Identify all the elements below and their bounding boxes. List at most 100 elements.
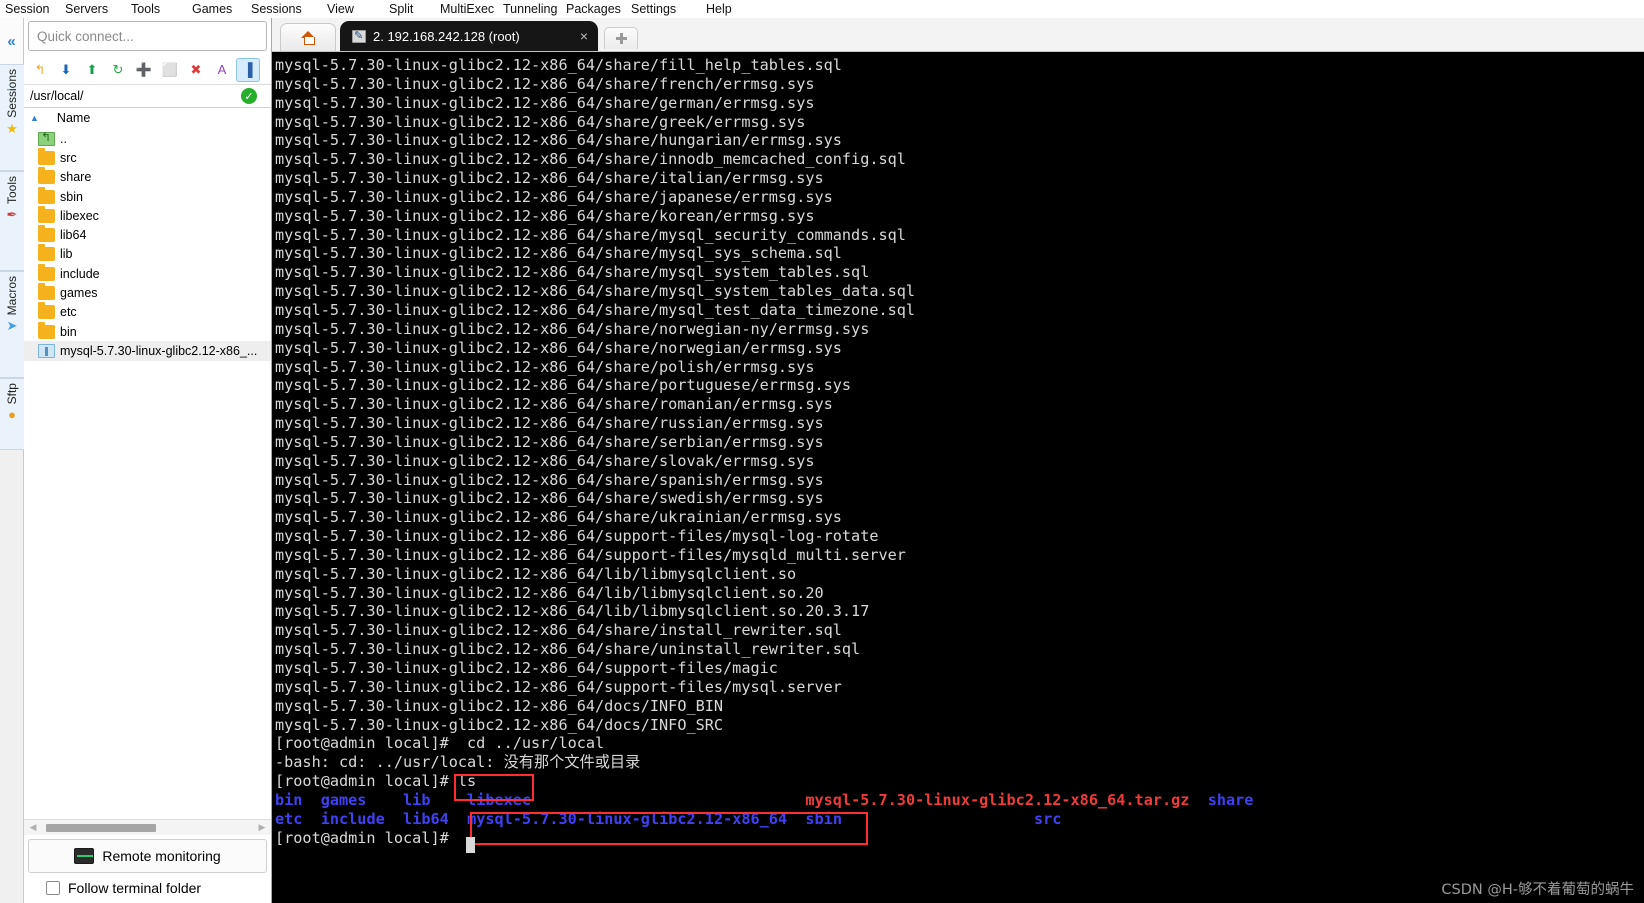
view-mode-icon[interactable]: ▐ <box>236 57 260 82</box>
rail-tab-label: Sessions <box>5 69 19 118</box>
terminal-text: [root@admin local]# ls <box>275 772 477 791</box>
terminal-line: mysql-5.7.30-linux-glibc2.12-x86_64/shar… <box>275 433 1644 452</box>
terminal-line: mysql-5.7.30-linux-glibc2.12-x86_64/shar… <box>275 169 1644 188</box>
file-list[interactable]: .. src share sbin libexec lib64 lib include game… <box>24 128 271 819</box>
file-row[interactable]: include <box>24 263 271 283</box>
chevron-double-left-icon[interactable]: « <box>0 18 23 64</box>
file-icon <box>38 343 55 358</box>
terminal-output[interactable]: mysql-5.7.30-linux-glibc2.12-x86_64/shar… <box>272 52 1644 903</box>
terminal-text: mysql-5.7.30-linux-glibc2.12-x86_64/lib/… <box>275 583 824 602</box>
new-file-icon[interactable]: ⬜ <box>158 58 182 82</box>
terminal-text: -bash: cd: ../usr/local: 没有那个文件或目录 <box>275 753 641 772</box>
file-list-column-header[interactable]: ▲ Name <box>24 108 271 128</box>
follow-terminal-folder-row[interactable]: Follow terminal folder <box>24 873 271 903</box>
new-folder-icon[interactable]: ➕ <box>132 58 156 82</box>
folder-icon <box>38 147 55 165</box>
menu-item-help[interactable]: Help <box>706 0 732 18</box>
file-name: etc <box>60 305 77 320</box>
file-row[interactable]: sbin <box>24 186 271 206</box>
terminal-line: mysql-5.7.30-linux-glibc2.12-x86_64/shar… <box>275 263 1644 282</box>
terminal-text: mysql-5.7.30-linux-glibc2.12-x86_64/docs… <box>275 715 724 734</box>
terminal-text: mysql-5.7.30-linux-glibc2.12-x86_64.tar.… <box>805 790 1190 809</box>
menu-item-packages[interactable]: Packages <box>566 0 621 18</box>
file-row[interactable]: share <box>24 167 271 187</box>
menu-item-settings[interactable]: Settings <box>631 0 676 18</box>
column-header-name: Name <box>56 111 91 125</box>
file-row[interactable]: games <box>24 283 271 302</box>
menu-item-view[interactable]: View <box>327 0 354 18</box>
terminal-line: mysql-5.7.30-linux-glibc2.12-x86_64/shar… <box>275 376 1644 395</box>
terminal-icon <box>352 29 366 43</box>
terminal-text: mysql-5.7.30-linux-glibc2.12-x86_64/shar… <box>275 282 916 301</box>
terminal-text: mysql-5.7.30-linux-glibc2.12-x86_64/shar… <box>275 56 842 74</box>
file-row[interactable]: mysql-5.7.30-linux-glibc2.12-x86_... <box>24 341 271 361</box>
menu-item-games[interactable]: Games <box>192 0 232 18</box>
home-tab[interactable] <box>280 23 336 51</box>
rail-tab-sftp[interactable]: Sftp ● <box>0 378 24 450</box>
terminal-text: src <box>1034 809 1062 828</box>
new-tab-button[interactable] <box>604 27 638 49</box>
terminal-line: mysql-5.7.30-linux-glibc2.12-x86_64/shar… <box>275 414 1644 433</box>
quick-connect-placeholder: Quick connect... <box>37 28 134 44</box>
menu-item-split[interactable]: Split <box>389 0 413 18</box>
rail-tab-sessions[interactable]: Sessions ★ <box>0 64 24 171</box>
upload-icon[interactable]: ⬆ <box>80 58 104 82</box>
folder-icon <box>38 302 55 320</box>
close-icon[interactable]: × <box>566 28 588 44</box>
file-row[interactable]: lib64 <box>24 225 271 244</box>
menu-item-session[interactable]: Session <box>5 0 49 18</box>
download-icon[interactable]: ⬇ <box>54 58 78 82</box>
rail-tab-tools[interactable]: Tools ✒ <box>0 171 24 271</box>
terminal-line: bin games lib libexec mysql-5.7.30-linux… <box>275 791 1644 810</box>
session-tab-bar: 2. 192.168.242.128 (root) × <box>272 18 1644 52</box>
terminal-text: mysql-5.7.30-linux-glibc2.12-x86_64/docs… <box>275 696 724 715</box>
refresh-icon[interactable]: ↻ <box>106 58 130 82</box>
rail-tab-macros[interactable]: Macros ➤ <box>0 271 24 378</box>
file-row[interactable]: libexec <box>24 205 271 225</box>
menu-item-tunneling[interactable]: Tunneling <box>503 0 557 18</box>
file-row[interactable]: src <box>24 147 271 167</box>
menu-item-servers[interactable]: Servers <box>65 0 108 18</box>
menu-item-tools[interactable]: Tools <box>131 0 160 18</box>
folder-icon <box>38 244 55 262</box>
terminal-line: mysql-5.7.30-linux-glibc2.12-x86_64/shar… <box>275 75 1644 94</box>
file-list-horizontal-scrollbar[interactable]: ◀ ▶ <box>24 819 271 835</box>
scroll-right-arrow-icon[interactable]: ▶ <box>255 822 269 833</box>
go-up-folder-icon[interactable]: ↰ <box>28 58 52 82</box>
scroll-left-arrow-icon[interactable]: ◀ <box>26 822 40 833</box>
file-row[interactable]: lib <box>24 244 271 264</box>
current-path: /usr/local/ <box>30 89 84 103</box>
terminal-cursor <box>466 837 475 853</box>
remote-monitoring-label: Remote monitoring <box>102 848 221 864</box>
file-name: src <box>60 150 77 165</box>
terminal-line: mysql-5.7.30-linux-glibc2.12-x86_64/shar… <box>275 489 1644 508</box>
file-row[interactable]: etc <box>24 302 271 322</box>
delete-icon[interactable]: ✖ <box>184 58 208 82</box>
terminal-line: mysql-5.7.30-linux-glibc2.12-x86_64/shar… <box>275 131 1644 150</box>
terminal-text: mysql-5.7.30-linux-glibc2.12-x86_64/shar… <box>275 150 906 169</box>
text-edit-icon[interactable]: A <box>210 58 234 82</box>
terminal-text: mysql-5.7.30-linux-glibc2.12-x86_64/shar… <box>275 376 852 395</box>
follow-terminal-folder-checkbox[interactable] <box>46 881 60 895</box>
terminal-line: mysql-5.7.30-linux-glibc2.12-x86_64/shar… <box>275 395 1644 414</box>
file-row[interactable]: .. <box>24 129 271 148</box>
sftp-toolbar: ↰ ⬇ ⬆ ↻ ➕ ⬜ ✖ A ▐ <box>24 55 271 85</box>
terminal-text: mysql-5.7.30-linux-glibc2.12-x86_64/shar… <box>275 640 861 659</box>
path-bar[interactable]: /usr/local/ ✓ <box>24 85 271 108</box>
remote-monitoring-button[interactable]: Remote monitoring <box>28 839 267 873</box>
terminal-line: mysql-5.7.30-linux-glibc2.12-x86_64/shar… <box>275 150 1644 169</box>
session-tab-active[interactable]: 2. 192.168.242.128 (root) × <box>340 21 598 51</box>
quick-connect-input[interactable]: Quick connect... <box>28 21 267 51</box>
rail-tab-label: Tools <box>5 176 19 205</box>
menu-item-multiexec[interactable]: MultiExec <box>440 0 494 18</box>
scrollbar-thumb[interactable] <box>46 823 156 832</box>
menu-item-sessions[interactable]: Sessions <box>251 0 302 18</box>
file-name: games <box>60 286 98 301</box>
file-row[interactable]: bin <box>24 321 271 341</box>
menu-bar: Session Servers Tools Games Sessions View Spli… <box>0 0 1644 18</box>
terminal-text: mysql-5.7.30-linux-glibc2.12-x86_64/shar… <box>275 432 824 451</box>
